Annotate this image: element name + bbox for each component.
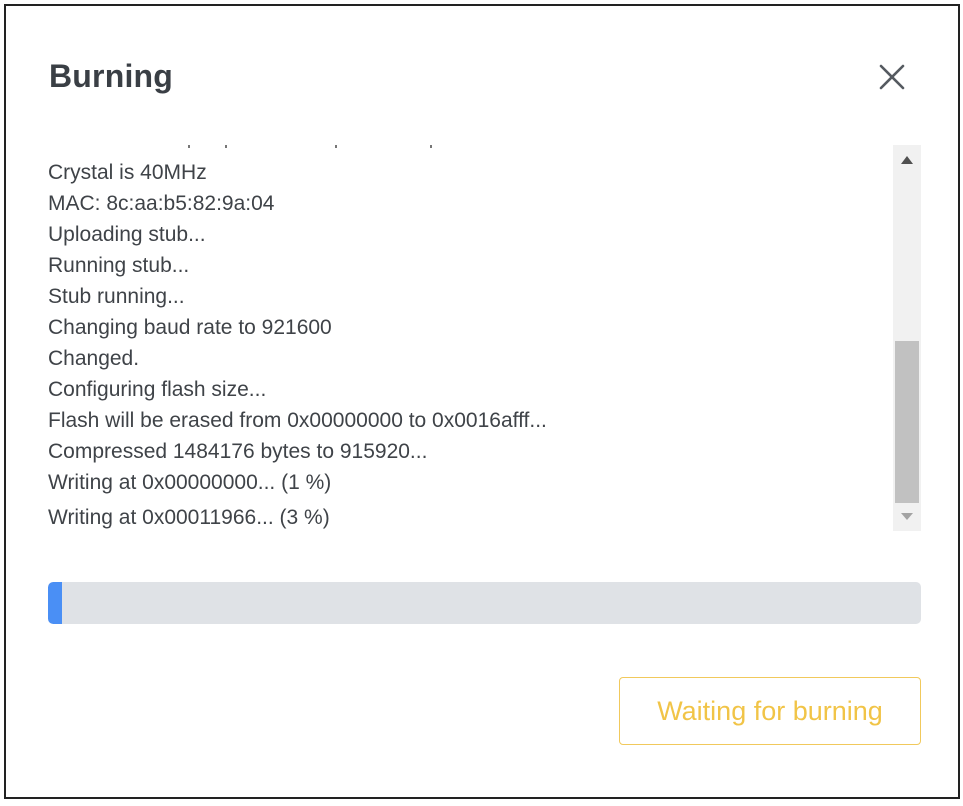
close-button[interactable] bbox=[874, 59, 910, 95]
log-lines: Crystal is 40MHz MAC: 8c:aa:b5:82:9a:04 … bbox=[48, 157, 547, 531]
log-line: Compressed 1484176 bytes to 915920... bbox=[48, 440, 428, 463]
burn-progress-bar bbox=[48, 582, 921, 624]
clipped-previous-line bbox=[48, 145, 886, 153]
log-line: MAC: 8c:aa:b5:82:9a:04 bbox=[48, 192, 275, 215]
close-icon bbox=[879, 64, 905, 90]
triangle-down-icon bbox=[901, 513, 913, 520]
log-line: Writing at 0x00000000... (1 %) bbox=[48, 471, 332, 494]
scroll-up-button[interactable] bbox=[893, 145, 921, 173]
log-line: Flash will be erased from 0x00000000 to … bbox=[48, 409, 547, 432]
scroll-down-button[interactable] bbox=[893, 503, 921, 531]
burn-progress-fill bbox=[48, 582, 62, 624]
log-line: Configuring flash size... bbox=[48, 378, 267, 401]
log-line: Running stub... bbox=[48, 254, 190, 277]
log-scrollbar[interactable] bbox=[893, 145, 921, 531]
dialog-title: Burning bbox=[49, 58, 174, 94]
scroll-thumb[interactable] bbox=[895, 341, 919, 503]
log-line: Uploading stub... bbox=[48, 223, 206, 246]
log-panel[interactable]: Crystal is 40MHz MAC: 8c:aa:b5:82:9a:04 … bbox=[48, 145, 921, 531]
log-line: Changed. bbox=[48, 347, 140, 370]
log-line: Stub running... bbox=[48, 285, 185, 308]
triangle-up-icon bbox=[901, 156, 913, 164]
log-viewport: Crystal is 40MHz MAC: 8c:aa:b5:82:9a:04 … bbox=[48, 145, 886, 531]
log-line: Changing baud rate to 921600 bbox=[48, 316, 332, 339]
burning-dialog: Burning Crystal is 40MHz MAC: 8c:aa:b5:8… bbox=[4, 4, 960, 799]
log-line: Crystal is 40MHz bbox=[48, 161, 207, 184]
waiting-for-burning-button[interactable]: Waiting for burning bbox=[619, 677, 921, 745]
log-line: Writing at 0x00011966... (3 %) bbox=[48, 506, 330, 529]
